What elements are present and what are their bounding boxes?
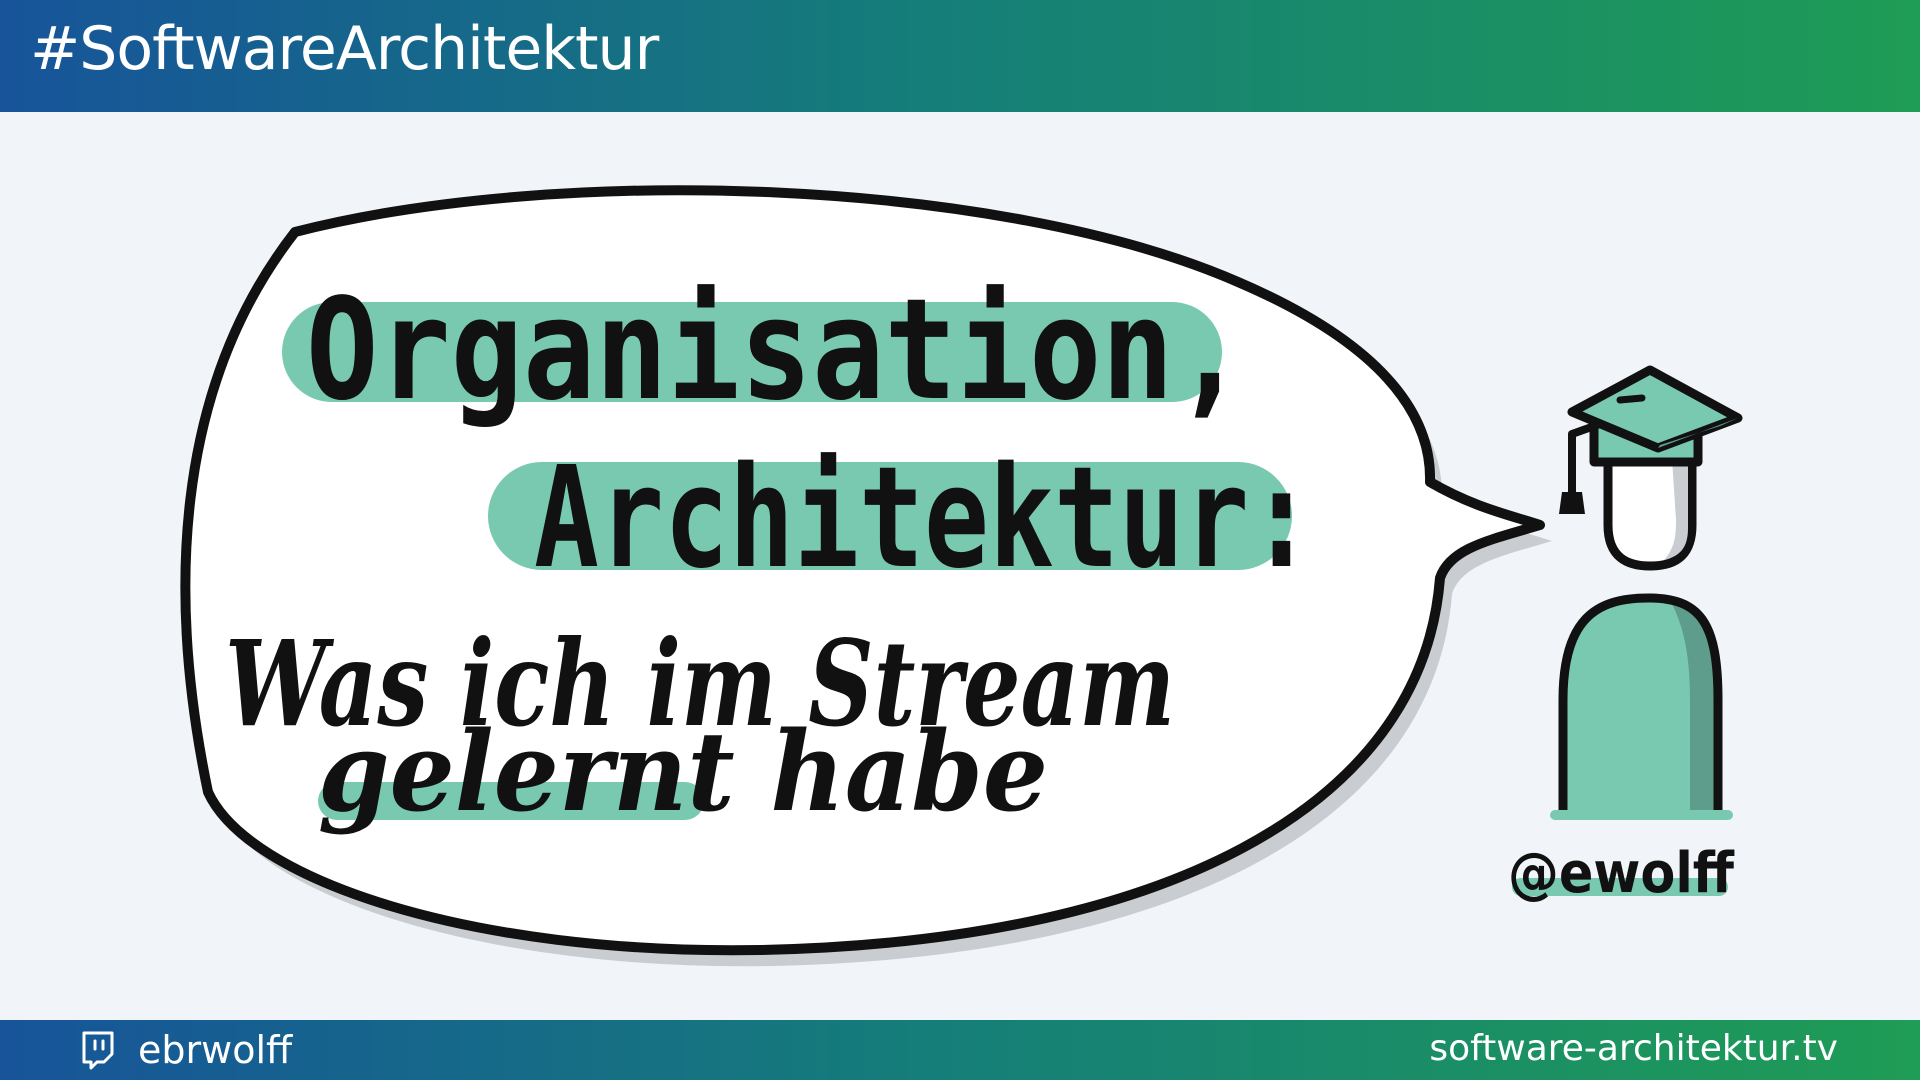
twitch-handle-label: ebrwolff (138, 1028, 293, 1072)
twitch-icon (82, 1031, 114, 1070)
website-url[interactable]: software-architektur.tv (1429, 1028, 1838, 1069)
speech-illustration: Organisation, Architektur: Was ich im St… (180, 185, 1743, 967)
subline-line-2: gelernt habe (318, 707, 1048, 836)
character-handle: @ewolff (1508, 841, 1735, 906)
tassel-icon (1559, 492, 1585, 514)
footer-bar: ebrwolff software-architektur.tv (0, 1020, 1920, 1080)
graduate-character (1550, 365, 1743, 820)
twitch-handle-group[interactable]: ebrwolff (80, 1027, 292, 1073)
headline-line-1: Organisation, (306, 269, 1246, 432)
headline-line-2: Architektur: (534, 437, 1314, 600)
